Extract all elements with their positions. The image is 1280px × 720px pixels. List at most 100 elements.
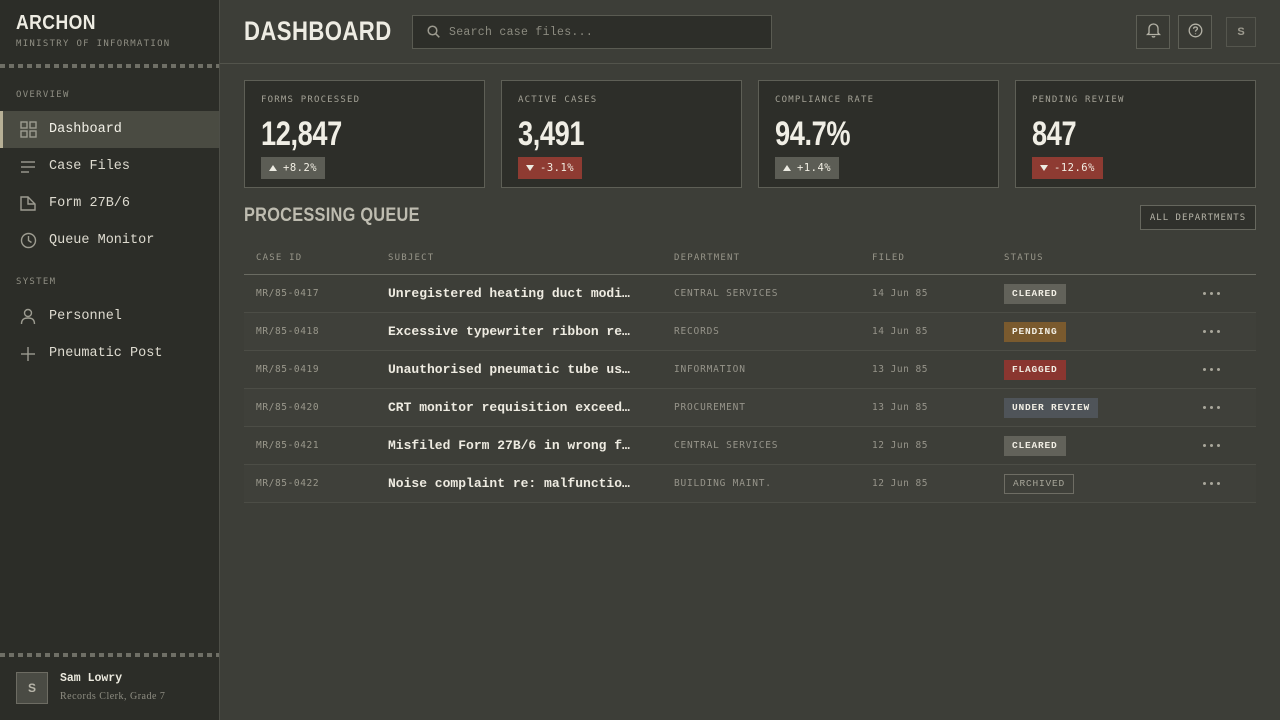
case-subject[interactable]: Unauthorised pneumatic tube us… [388,362,650,377]
stat-value: 94.7% [775,115,851,153]
arrow-down-icon [526,165,534,171]
search-icon [427,23,440,42]
table-row[interactable]: MR/85-0420 CRT monitor requisition excee… [244,389,1256,427]
status-cell: UNDER REVIEW [1004,389,1164,426]
case-subject-cell: CRT monitor requisition exceed… [388,389,652,426]
person-icon [18,307,38,327]
stat-delta: +8.2% [261,157,326,179]
case-department: BUILDING MAINT. [674,478,772,489]
case-subject-cell: Excessive typewriter ribbon re… [388,313,652,350]
case-subject[interactable]: Excessive typewriter ribbon re… [388,324,650,339]
status-cell: ARCHIVED [1004,465,1164,502]
case-subject[interactable]: CRT monitor requisition exceed… [388,400,650,415]
search-input[interactable] [449,25,749,39]
section-label-overview: OVERVIEW [16,90,70,100]
case-subject[interactable]: Unregistered heating duct modi… [388,286,650,301]
sidebar-item-label: Queue Monitor [49,233,155,248]
row-actions-button[interactable] [1196,427,1226,464]
sidebar-item-label: Form 27B/6 [49,196,131,211]
status-cell: FLAGGED [1004,351,1164,388]
column-header-status[interactable]: STATUS [1004,253,1044,263]
stat-label: ACTIVE CASES [518,95,598,105]
account-button[interactable]: S [1226,17,1256,47]
sidebar: ARCHON MINISTRY OF INFORMATION OVERVIEW … [0,0,220,720]
stat-delta: -3.1% [518,157,583,179]
table-row[interactable]: MR/85-0417 Unregistered heating duct mod… [244,275,1256,313]
arrow-up-icon [783,165,791,171]
stat-delta: +1.4% [775,157,840,179]
help-button[interactable] [1178,15,1212,49]
department-filter-button[interactable]: ALL DEPARTMENTS [1140,205,1256,230]
sidebar-item-label: Case Files [49,159,131,174]
row-actions-button[interactable] [1196,351,1226,388]
sidebar-item-label: Dashboard [49,122,122,137]
arrow-up-icon [269,165,277,171]
column-header-case-id[interactable]: CASE ID [256,253,302,263]
more-horizontal-icon [1202,444,1220,447]
column-header-department[interactable]: DEPARTMENT [674,253,740,263]
sidebar-item-label: Pneumatic Post [49,346,163,361]
stat-card-active-cases: ACTIVE CASES 3,491 -3.1% [501,80,742,188]
sidebar-item-queue-monitor[interactable]: Queue Monitor [0,222,219,259]
stat-delta-value: +1.4% [797,162,832,174]
sidebar-item-pneumatic-post[interactable]: Pneumatic Post [0,335,219,372]
more-horizontal-icon [1202,406,1220,409]
status-badge: UNDER REVIEW [1004,397,1099,418]
notifications-button[interactable] [1136,15,1170,49]
stat-delta-value: -3.1% [540,162,575,174]
sidebar-item-case-files[interactable]: Case Files [0,148,219,185]
search-box[interactable] [412,15,772,49]
more-horizontal-icon [1202,330,1220,333]
processing-queue-table: CASE ID SUBJECT DEPARTMENT FILED STATUS … [244,242,1256,503]
case-filed-date: 13 Jun 85 [872,402,928,413]
table-row[interactable]: MR/85-0422 Noise complaint re: malfuncti… [244,465,1256,503]
brand-title: ARCHON [16,12,96,34]
help-icon [1188,23,1203,42]
stat-value: 847 [1032,115,1077,153]
row-actions-button[interactable] [1196,465,1226,502]
case-subject-cell: Misfiled Form 27B/6 in wrong f… [388,427,652,464]
case-id: MR/85-0418 [256,326,320,337]
plus-icon [18,344,38,364]
sidebar-item-dashboard[interactable]: Dashboard [0,111,219,148]
queue-title: PROCESSING QUEUE [244,205,420,226]
table-row[interactable]: MR/85-0421 Misfiled Form 27B/6 in wrong … [244,427,1256,465]
stat-label: PENDING REVIEW [1032,95,1125,105]
status-cell: CLEARED [1004,275,1164,312]
case-department: INFORMATION [674,364,746,375]
stat-value: 3,491 [518,115,585,153]
case-subject-cell: Unregistered heating duct modi… [388,275,652,312]
sidebar-item-label: Personnel [49,309,122,324]
case-subject-cell: Unauthorised pneumatic tube us… [388,351,652,388]
column-header-subject[interactable]: SUBJECT [388,253,434,263]
case-subject[interactable]: Misfiled Form 27B/6 in wrong f… [388,438,650,453]
more-horizontal-icon [1202,482,1220,485]
user-role: Records Clerk, Grade 7 [60,691,166,702]
column-header-filed[interactable]: FILED [872,253,905,263]
stat-delta-value: -12.6% [1054,162,1095,174]
user-profile[interactable]: S Sam Lowry Records Clerk, Grade 7 [0,655,219,720]
lines-icon [18,157,38,177]
brand: ARCHON MINISTRY OF INFORMATION [0,0,219,64]
table-row[interactable]: MR/85-0418 Excessive typewriter ribbon r… [244,313,1256,351]
case-id: MR/85-0422 [256,478,320,489]
case-filed-date: 12 Jun 85 [872,440,928,451]
stat-delta-value: +8.2% [283,162,318,174]
stat-card-forms-processed: FORMS PROCESSED 12,847 +8.2% [244,80,485,188]
bell-icon [1145,22,1161,42]
row-actions-button[interactable] [1196,389,1226,426]
case-department: CENTRAL SERVICES [674,288,779,299]
case-subject-cell: Noise complaint re: malfunctio… [388,465,652,502]
sidebar-item-form-27b6[interactable]: Form 27B/6 [0,185,219,222]
case-subject[interactable]: Noise complaint re: malfunctio… [388,476,650,491]
status-badge: PENDING [1004,321,1066,342]
row-actions-button[interactable] [1196,275,1226,312]
case-id: MR/85-0420 [256,402,320,413]
sidebar-item-personnel[interactable]: Personnel [0,298,219,335]
document-icon [18,194,38,214]
table-header: CASE ID SUBJECT DEPARTMENT FILED STATUS [244,242,1256,275]
stat-delta: -12.6% [1032,157,1103,179]
row-actions-button[interactable] [1196,313,1226,350]
table-row[interactable]: MR/85-0419 Unauthorised pneumatic tube u… [244,351,1256,389]
stat-label: FORMS PROCESSED [261,95,361,105]
